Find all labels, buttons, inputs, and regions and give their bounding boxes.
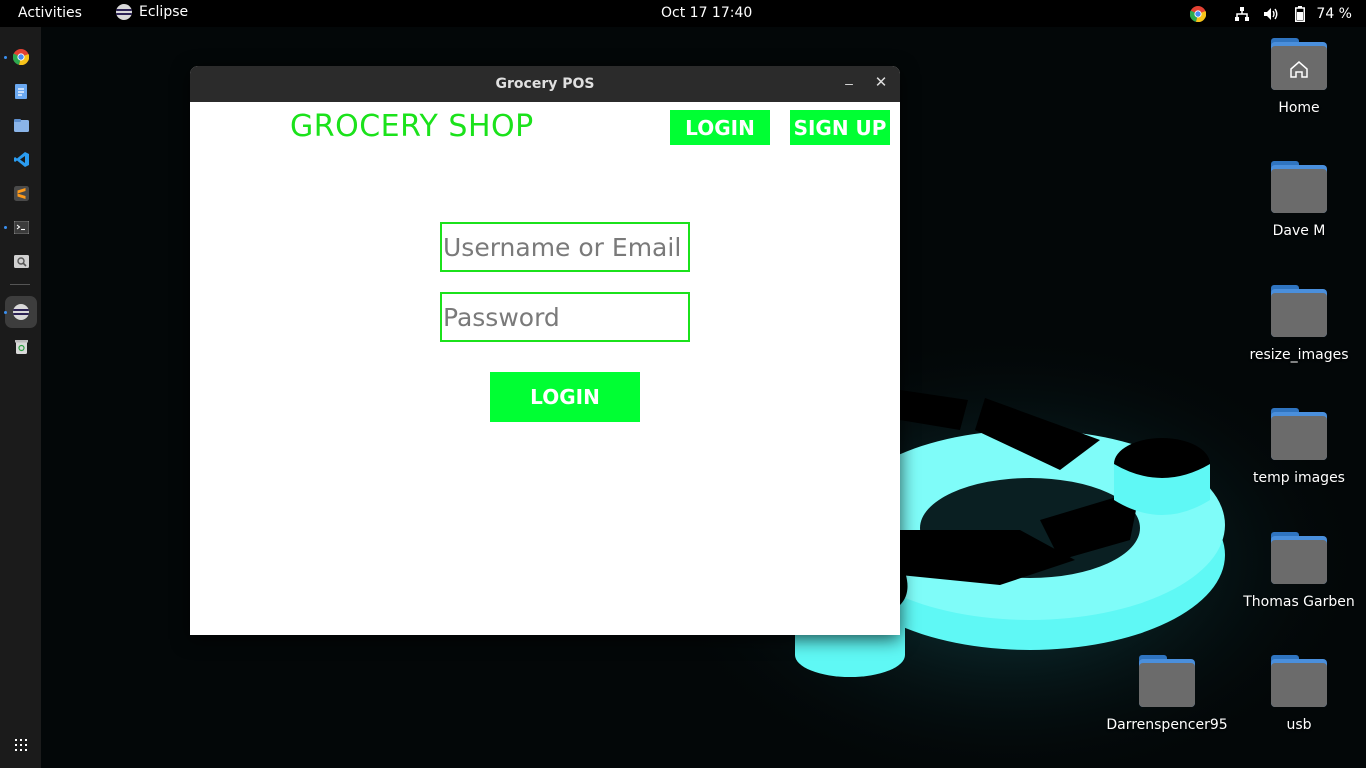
- folder-icon: [1271, 285, 1327, 337]
- dock-item-chrome[interactable]: [10, 46, 32, 68]
- dock-item-sublime-text[interactable]: [10, 182, 32, 204]
- desktop-icon-label: Darrenspencer95: [1106, 717, 1228, 733]
- desktop-icon-dave-m[interactable]: Dave M: [1239, 161, 1359, 239]
- activities-button[interactable]: Activities: [18, 5, 82, 21]
- desktop-icon-resize-images[interactable]: resize_images: [1239, 285, 1359, 363]
- app-menu-label: Eclipse: [139, 4, 189, 20]
- desktop-icon-label: resize_images: [1249, 347, 1349, 363]
- desktop-icon-temp-images[interactable]: temp images: [1239, 408, 1359, 486]
- app-menu[interactable]: Eclipse: [116, 4, 188, 20]
- window-title: Grocery POS: [495, 76, 595, 92]
- login-submit-button[interactable]: LOGIN: [490, 372, 640, 422]
- grocery-pos-window: Grocery POS – ✕ GROCERY SHOP LOGIN SIGN …: [190, 66, 900, 635]
- magnifier-icon: [13, 254, 29, 268]
- clock[interactable]: Oct 17 17:40: [661, 5, 752, 21]
- desktop-icon-label: usb: [1286, 717, 1312, 733]
- desktop-icon-label: Thomas Garben: [1243, 594, 1355, 610]
- home-folder-icon: [1271, 38, 1327, 90]
- sublime-icon: [13, 185, 29, 201]
- close-button[interactable]: ✕: [872, 74, 890, 92]
- desktop-icon-usb[interactable]: usb: [1239, 655, 1359, 733]
- volume-icon[interactable]: [1263, 6, 1279, 22]
- dock-item-eclipse[interactable]: [10, 301, 32, 323]
- dock-item-trash[interactable]: [10, 335, 32, 357]
- minimize-button[interactable]: –: [840, 74, 858, 92]
- window-titlebar[interactable]: Grocery POS – ✕: [190, 66, 900, 102]
- system-tray[interactable]: 74 %: [1190, 0, 1366, 27]
- folder-icon: [1271, 161, 1327, 213]
- dock-item-image-viewer[interactable]: [10, 250, 32, 272]
- desktop-icon-darrenspencer95[interactable]: Darrenspencer95: [1106, 655, 1228, 733]
- running-indicator: [4, 311, 7, 314]
- eclipse-icon: [116, 4, 132, 20]
- battery-icon[interactable]: [1292, 5, 1308, 22]
- dock-item-app-grid[interactable]: [10, 734, 32, 756]
- trash-icon: [14, 339, 28, 354]
- desktop-icon-label: Dave M: [1272, 223, 1326, 239]
- desktop-icon-thomas-garben[interactable]: Thomas Garben: [1239, 532, 1359, 610]
- vscode-icon: [13, 151, 29, 167]
- dock-separator: [10, 284, 30, 285]
- battery-percentage: 74 %: [1316, 5, 1352, 22]
- folder-icon: [1139, 655, 1195, 707]
- folder-icon: [1271, 532, 1327, 584]
- header-signup-button[interactable]: SIGN UP: [790, 110, 890, 145]
- running-indicator: [4, 226, 7, 229]
- eclipse-icon: [13, 304, 29, 320]
- folder-icon: [1271, 655, 1327, 707]
- desktop-icon-home[interactable]: Home: [1239, 38, 1359, 116]
- dock-item-vscode[interactable]: [10, 148, 32, 170]
- username-email-field[interactable]: [440, 222, 690, 272]
- header-login-button[interactable]: LOGIN: [670, 110, 770, 145]
- terminal-icon: [13, 220, 29, 234]
- chrome-icon[interactable]: [1190, 5, 1207, 22]
- network-icon[interactable]: [1234, 6, 1250, 22]
- grid-icon: [15, 739, 27, 751]
- document-icon: [15, 83, 27, 99]
- shop-title: GROCERY SHOP: [290, 109, 534, 144]
- dock-item-files[interactable]: [10, 114, 32, 136]
- folder-icon: [1271, 408, 1327, 460]
- dock-item-text-editor[interactable]: [10, 80, 32, 102]
- top-bar: Activities Eclipse Oct 17 17:40 74 %: [0, 0, 1366, 27]
- desktop-icon-label: Home: [1278, 100, 1320, 116]
- chrome-icon: [13, 49, 29, 65]
- files-icon: [13, 118, 29, 132]
- dock-item-terminal[interactable]: [10, 216, 32, 238]
- desktop-icon-label: temp images: [1253, 470, 1345, 486]
- password-field[interactable]: [440, 292, 690, 342]
- dock: [0, 27, 41, 768]
- running-indicator: [4, 56, 7, 59]
